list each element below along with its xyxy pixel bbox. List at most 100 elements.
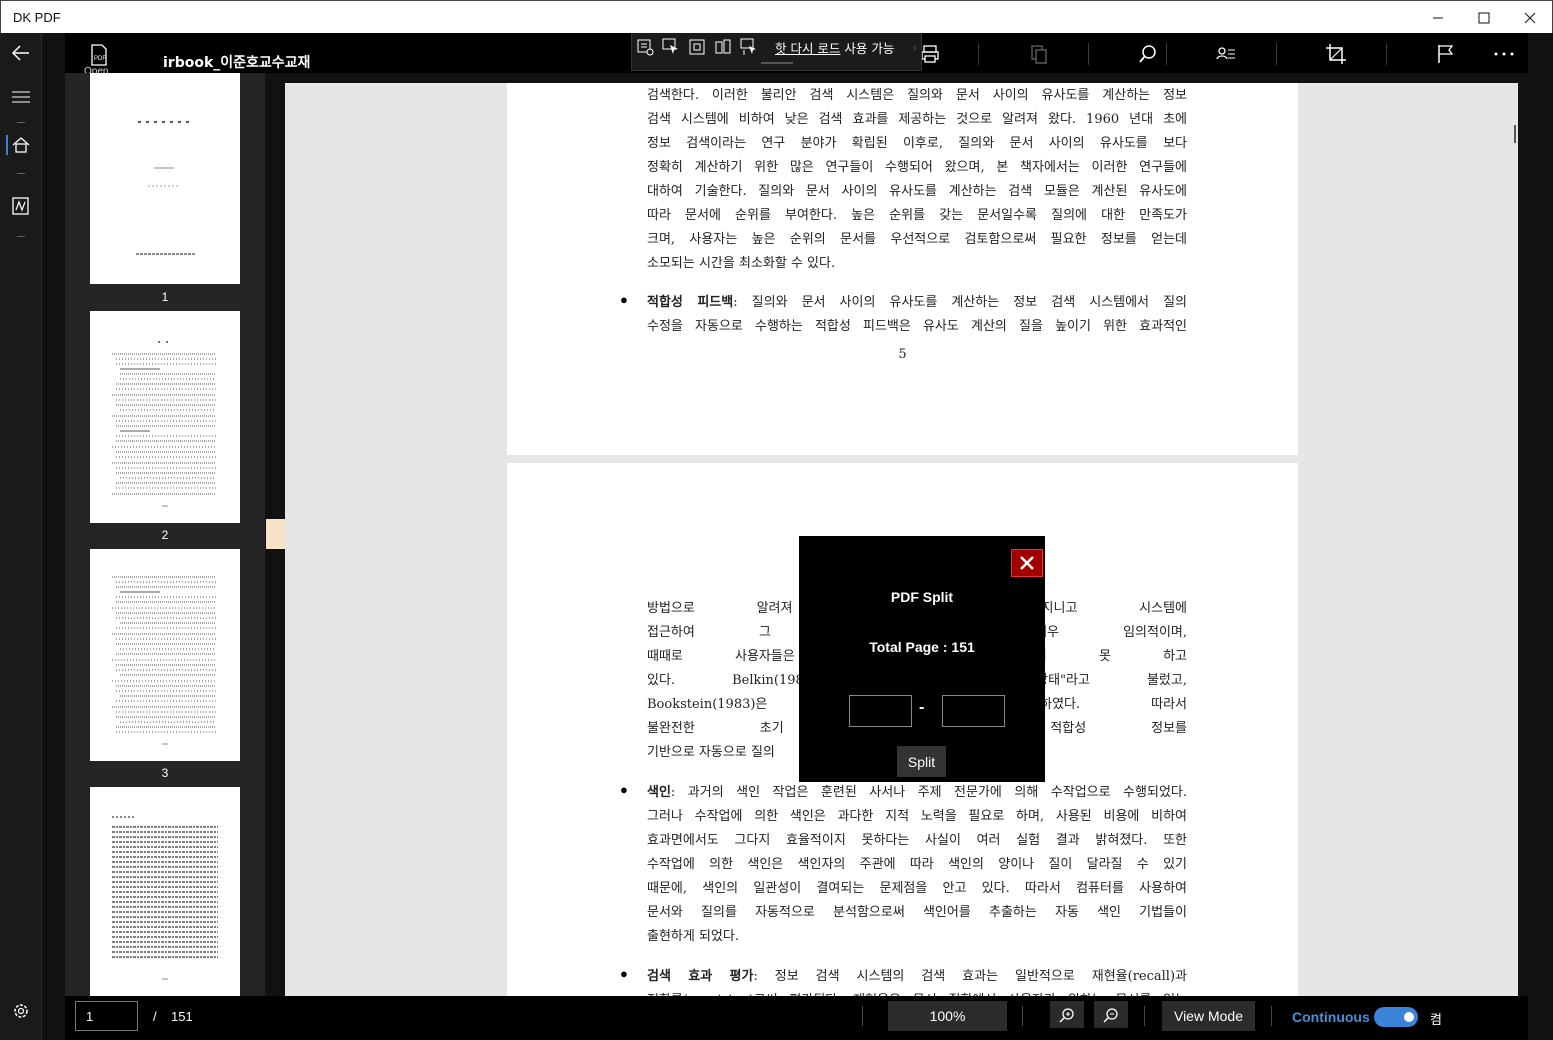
hot-reload-status[interactable]: 핫 다시 로드 사용 가능: [775, 38, 894, 57]
gear-icon: [14, 1004, 28, 1018]
pdf-tool-icon: [12, 197, 29, 215]
bottom-bar: / 151 100% View Mode Continuous 켬: [65, 996, 1528, 1040]
minimize-icon: [1433, 17, 1443, 18]
zoom-out-button[interactable]: [1094, 1001, 1128, 1028]
text-line: 정보 검색이라는 연구 분야가 확립된 이후로, 질의와 문서 사이의 유사도를…: [647, 136, 1187, 151]
more-options-icon[interactable]: [1493, 43, 1515, 65]
select-element-icon[interactable]: [662, 38, 680, 56]
home-button[interactable]: [0, 125, 42, 165]
bullet-paragraph: 색인: 과거의 색인 작업은 훈련된 사서나 주제 전문가에 의해 수작업으로 …: [647, 781, 1187, 949]
close-window-button[interactable]: [1507, 1, 1553, 34]
text-line: : 정보 검색 시스템의 검색 효과는 일반적으로 재현율(recall)과: [753, 969, 1188, 984]
dialog-title: PDF Split: [890, 589, 954, 605]
svg-text:PDF: PDF: [94, 56, 106, 62]
vertical-scrollbar[interactable]: [1514, 125, 1516, 143]
text-line: 때문에, 색인의 일관성이 결여되는 문제점을 안고 있다. 따라서 컴퓨터를 …: [647, 881, 1187, 896]
bullet-icon: ●: [620, 966, 628, 981]
split-to-input[interactable]: [942, 695, 1005, 727]
text-line: 수정을 자동으로 수행하는 적합성 피드백은 유사도 계산의 질을 높이기 위한…: [647, 319, 1187, 334]
page-total-label: / 151: [153, 1009, 193, 1024]
copy-icon[interactable]: [1028, 43, 1050, 65]
text-line: 효과면에서도 그다지 효율적이지 못하다는 사실이 여러 실험 결과 밝혀졌다.…: [647, 833, 1187, 848]
thumbnail-page[interactable]: [90, 73, 240, 284]
display-adorners-icon[interactable]: [688, 38, 706, 56]
thumbnail-cover-preview: [136, 121, 196, 255]
toolbar-separator: [1166, 43, 1167, 65]
accessibility-icon[interactable]: [740, 38, 758, 56]
zoom-in-icon: [1059, 1007, 1074, 1023]
zoom-out-icon: [1103, 1007, 1118, 1023]
page-number: 5: [898, 347, 907, 362]
maximize-icon: [1478, 12, 1490, 23]
thumbnail-page[interactable]: [90, 787, 240, 996]
bullet-term: 색인: [647, 785, 671, 800]
collapse-thumbnails-tab[interactable]: [266, 519, 285, 549]
open-pdf-icon[interactable]: PDF: [87, 43, 111, 67]
maximize-button[interactable]: [1461, 1, 1507, 34]
thumbnail-number: 1: [161, 290, 169, 304]
close-dialog-button[interactable]: [1011, 549, 1043, 577]
total-page-label: Total Page : 151: [869, 639, 975, 655]
close-icon: [1020, 556, 1034, 570]
text-line: 소모되는 시간을 최소화할 수 있다.: [647, 256, 836, 271]
chevron-left-icon[interactable]: ‹: [913, 40, 917, 54]
back-button[interactable]: [0, 33, 42, 73]
thumbnail-text-preview: [112, 816, 218, 980]
document-title: irbook_이준호교수교재: [163, 55, 311, 71]
text-line: : 질의와 문서 사이의 유사도를 계산하는 정보 검색 시스템에서 질의: [733, 295, 1187, 310]
pdf-split-dialog: PDF Split Total Page : 151 - Split: [799, 536, 1045, 782]
settings-button[interactable]: [0, 991, 42, 1031]
home-icon: [12, 137, 30, 153]
bullet-term: 검색 효과 평가: [647, 969, 754, 984]
text-line: 그러나 수작업에 의한 색인은 과다한 지적 노력을 필요로 하며, 사용된 비…: [647, 809, 1187, 824]
text-line: 문서와 질의를 자동적으로 분석함으로써 색인어를 추출하는 자동 색인 기법들…: [647, 905, 1187, 920]
text-line: 출현하게 되었다.: [647, 929, 739, 944]
toolbar-separator: [1088, 43, 1089, 65]
zoom-level[interactable]: 100%: [888, 1001, 1007, 1031]
toggle-state-label: 켬: [1430, 1013, 1442, 1028]
thumbnail-toc-preview: [112, 341, 216, 507]
page-number-input[interactable]: [75, 1001, 138, 1031]
bottombar-separator: [1271, 1006, 1272, 1026]
flag-icon[interactable]: [1435, 43, 1457, 65]
track-focus-icon[interactable]: [714, 38, 732, 56]
window-titlebar: DK PDF: [0, 0, 1553, 33]
bullet-icon: ●: [620, 782, 628, 797]
pdf-tools-button[interactable]: [0, 186, 42, 226]
toolbar-separator: [1386, 43, 1387, 65]
text-line: : 과거의 색인 작업은 훈련된 사서나 주제 전문가에 의해 수작업으로 수행…: [670, 785, 1187, 800]
continuous-toggle[interactable]: [1374, 1007, 1418, 1027]
nav-separator: [17, 122, 25, 123]
bottombar-separator: [1022, 1006, 1023, 1026]
bullet-icon: ●: [620, 292, 628, 307]
thumbnail-page[interactable]: [90, 311, 240, 523]
bullet-paragraph: 적합성 피드백: 질의와 문서 사이의 유사도를 계산하는 정보 검색 시스템에…: [647, 291, 1187, 339]
view-mode-button[interactable]: View Mode: [1162, 1001, 1255, 1031]
range-dash: -: [919, 699, 925, 716]
crop-icon[interactable]: [1325, 43, 1347, 65]
toolbar-grip[interactable]: [761, 62, 793, 64]
text-line: 정확히 계산하기 위한 많은 연구들이 수행되어 왔으며, 본 책자에서는 이러…: [647, 160, 1187, 175]
toolbar-separator: [978, 43, 979, 65]
back-arrow-icon: [11, 45, 29, 61]
print-icon[interactable]: [919, 43, 941, 65]
pdf-page: 검색한다. 이러한 불리안 검색 시스템은 질의와 문서 사이의 유사도를 계산…: [507, 83, 1298, 455]
split-from-input[interactable]: [849, 695, 912, 727]
text-line: 수작업에 의한 색인은 색인자의 주관에 따라 색인의 양이나 질이 달라질 수…: [647, 857, 1187, 872]
minimize-button[interactable]: [1415, 1, 1461, 34]
zoom-in-button[interactable]: [1050, 1001, 1084, 1028]
window-title: DK PDF: [13, 10, 61, 25]
hamburger-menu-button[interactable]: [0, 77, 42, 117]
hot-reload-link[interactable]: 핫 다시 로드: [775, 41, 840, 56]
contacts-list-icon[interactable]: [1215, 43, 1237, 65]
thumbnail-page[interactable]: [90, 549, 240, 761]
search-icon[interactable]: [1137, 43, 1159, 65]
nav-separator: [17, 173, 25, 174]
text-line: 크며, 사용자는 높은 순위의 문서를 우선적으로 검토함으로써 필요한 정보를…: [647, 232, 1187, 247]
live-tree-icon[interactable]: [636, 38, 654, 56]
page-paragraph: 검색한다. 이러한 불리안 검색 시스템은 질의와 문서 사이의 유사도를 계산…: [647, 84, 1187, 276]
text-line: 대하여 기술한다. 질의와 문서 사이의 유사도를 계산하는 검색 모듈은 계산…: [647, 184, 1187, 199]
hamburger-icon: [12, 91, 30, 103]
split-button[interactable]: Split: [897, 746, 946, 777]
text-line: 따라 문서에 순위를 부여한다. 높은 순위를 갖는 문서일수록 질의에 대한 …: [647, 208, 1187, 223]
